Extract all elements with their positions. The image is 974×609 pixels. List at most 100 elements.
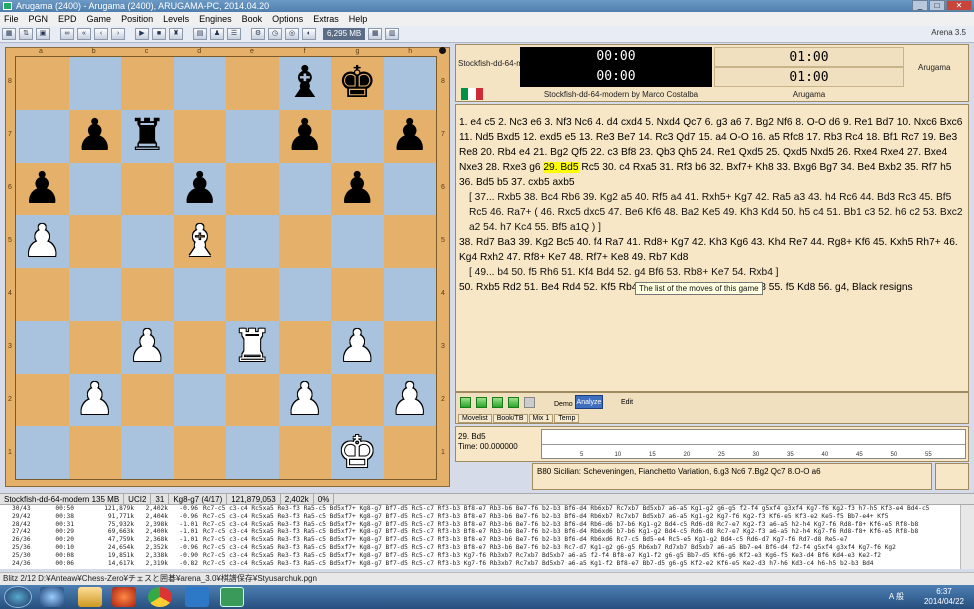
minimize-button[interactable]: _ xyxy=(912,0,928,11)
square-f5[interactable] xyxy=(279,215,332,268)
engine-start-icon[interactable]: ▶ xyxy=(135,28,149,40)
square-a5[interactable]: ♟ xyxy=(16,215,69,268)
square-h4[interactable] xyxy=(383,268,436,321)
tab-book-tb[interactable]: Book/TB xyxy=(492,414,528,423)
square-a8[interactable] xyxy=(16,57,69,110)
square-b1[interactable] xyxy=(69,426,122,479)
tournament-icon[interactable]: ♜ xyxy=(169,28,183,40)
ie-icon[interactable] xyxy=(40,587,64,607)
square-c2[interactable] xyxy=(121,374,174,427)
black-king-icon[interactable]: ♚ xyxy=(338,58,377,108)
engine-line-row[interactable]: 25/36 00:10 24,654k 2,352k -0.96 Rc7-c5 c3-c4… xyxy=(0,544,960,552)
settings-gear-icon[interactable] xyxy=(524,397,535,408)
tab-temp[interactable]: Temp xyxy=(554,414,580,423)
first-move-icon[interactable]: « xyxy=(77,28,91,40)
black-pawn-icon[interactable]: ♟ xyxy=(285,111,324,161)
white-pawn-icon[interactable]: ♟ xyxy=(128,322,167,372)
flip-board-icon[interactable]: ⇅ xyxy=(19,28,33,40)
web-icon[interactable]: ◎ xyxy=(285,28,299,40)
square-h7[interactable]: ♟ xyxy=(384,110,437,163)
engine-line-row[interactable]: 25/30 00:08 19,851k 2,338k -0.90 Rc7-c5 c3-c4… xyxy=(0,552,960,560)
infinite-icon[interactable]: ∞ xyxy=(60,28,74,40)
menu-file[interactable]: File xyxy=(4,14,19,24)
book-icon[interactable]: ▤ xyxy=(193,28,207,40)
square-e4[interactable] xyxy=(226,268,279,321)
layout-icon[interactable]: ▥ xyxy=(385,28,400,40)
square-c8[interactable] xyxy=(121,57,174,110)
square-h2[interactable]: ♟ xyxy=(383,373,436,427)
menu-help[interactable]: Help xyxy=(349,14,368,24)
engine-analysis-lines[interactable]: 30/43 00:50 121,879k 2,402k -0.96 Rc7-c5 c3-c… xyxy=(0,505,960,569)
engine-line-row[interactable]: 30/43 00:50 121,879k 2,402k -0.96 Rc7-c5 c3-c… xyxy=(0,505,960,513)
square-c5[interactable] xyxy=(121,215,174,268)
first-move-button[interactable] xyxy=(460,397,471,408)
square-d8[interactable] xyxy=(173,57,226,110)
variation-2[interactable]: [ 49... b4 50. f5 Rh6 51. Kf4 Bd4 52. g4… xyxy=(459,265,965,280)
start-button[interactable] xyxy=(4,586,32,608)
square-a6[interactable]: ♟ xyxy=(16,163,69,216)
pgn-icon[interactable]: ☰ xyxy=(227,28,241,40)
analysis-scrollbar[interactable] xyxy=(960,505,974,569)
square-g2[interactable] xyxy=(331,374,384,427)
chrome-icon[interactable] xyxy=(148,587,172,607)
square-g4[interactable] xyxy=(331,268,384,321)
analyze-button[interactable]: Analyze xyxy=(575,395,603,409)
square-h1[interactable] xyxy=(384,426,437,479)
black-pawn-icon[interactable]: ♟ xyxy=(338,163,377,214)
black-pawn-icon[interactable]: ♟ xyxy=(180,163,219,214)
square-c1[interactable] xyxy=(121,426,174,479)
square-f1[interactable] xyxy=(279,426,332,479)
white-bishop-icon[interactable]: ♝ xyxy=(180,216,219,267)
level-icon[interactable]: ◷ xyxy=(268,28,282,40)
grid-icon[interactable]: ▦ xyxy=(368,28,383,40)
white-pawn-icon[interactable]: ♟ xyxy=(285,374,324,425)
menu-game[interactable]: Game xyxy=(87,14,112,24)
black-rook-icon[interactable]: ♜ xyxy=(128,111,167,161)
square-e8[interactable] xyxy=(226,57,279,110)
square-c3[interactable]: ♟ xyxy=(121,320,174,374)
menu-epd[interactable]: EPD xyxy=(58,14,77,24)
white-rook-icon[interactable]: ♜ xyxy=(233,322,272,372)
square-c4[interactable] xyxy=(121,268,174,321)
menu-options[interactable]: Options xyxy=(272,14,303,24)
square-e3[interactable]: ♜ xyxy=(226,320,279,374)
square-b7[interactable]: ♟ xyxy=(69,110,122,163)
square-g5[interactable] xyxy=(331,215,384,268)
square-a4[interactable] xyxy=(16,268,69,321)
media-player-icon[interactable] xyxy=(112,587,136,607)
menu-extras[interactable]: Extras xyxy=(313,14,339,24)
square-b3[interactable] xyxy=(69,321,122,374)
prev-move-icon[interactable]: ‹ xyxy=(94,28,108,40)
demo-button[interactable]: Demo xyxy=(554,401,573,408)
setup-icon[interactable]: ▣ xyxy=(36,28,50,40)
square-e2[interactable] xyxy=(226,374,279,427)
square-g6[interactable]: ♟ xyxy=(331,163,384,216)
square-f7[interactable]: ♟ xyxy=(279,110,332,163)
explorer-icon[interactable] xyxy=(78,587,102,607)
forward-button[interactable] xyxy=(492,397,503,408)
app-icon-blue[interactable] xyxy=(185,587,209,607)
black-pawn-icon[interactable]: ♟ xyxy=(75,111,114,161)
arena-taskbar-icon[interactable] xyxy=(220,587,244,607)
square-f3[interactable] xyxy=(279,321,332,374)
back-button[interactable] xyxy=(476,397,487,408)
square-a1[interactable] xyxy=(16,426,69,479)
square-d6[interactable]: ♟ xyxy=(173,162,226,216)
square-b8[interactable] xyxy=(68,57,121,110)
white-pawn-icon[interactable]: ♟ xyxy=(23,216,62,267)
square-b2[interactable]: ♟ xyxy=(68,373,121,427)
square-b5[interactable] xyxy=(69,215,122,268)
square-e6[interactable] xyxy=(226,163,279,216)
square-d7[interactable] xyxy=(174,110,227,163)
close-button[interactable]: ✕ xyxy=(946,0,972,11)
square-g7[interactable] xyxy=(331,109,384,163)
square-h6[interactable] xyxy=(383,162,436,216)
square-h3[interactable] xyxy=(384,321,437,374)
square-f6[interactable] xyxy=(278,162,331,216)
square-d2[interactable] xyxy=(173,373,226,427)
engine-line-row[interactable]: 27/42 00:29 69,663k 2,400k -1.01 Rc7-c5 c3-c4… xyxy=(0,528,960,536)
menu-book[interactable]: Book xyxy=(242,14,263,24)
square-e5[interactable] xyxy=(226,215,279,268)
square-d4[interactable] xyxy=(173,268,226,321)
chess-board[interactable]: ♝ ♚ ♟ ♜ ♟ ♟ ♟ ♟ ♟ ♟ ♝ ♟ ♜ ♟ ♟ ♟ ♟ ♚ xyxy=(15,56,437,480)
